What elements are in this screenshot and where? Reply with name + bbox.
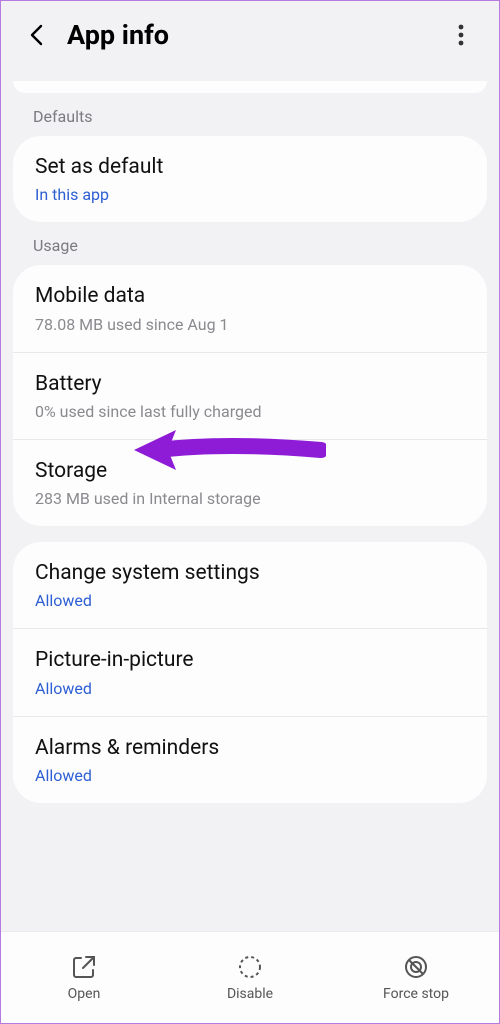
prev-card-tail <box>13 81 487 93</box>
row-subtitle: Allowed <box>35 591 465 610</box>
row-mobile-data[interactable]: Mobile data 78.08 MB used since Aug 1 <box>13 265 487 351</box>
row-subtitle: 283 MB used in Internal storage <box>35 489 465 508</box>
row-title: Set as default <box>35 154 465 181</box>
open-icon <box>71 954 97 980</box>
card-usage: Mobile data 78.08 MB used since Aug 1 Ba… <box>13 265 487 526</box>
row-title: Battery <box>35 371 465 398</box>
section-label-usage: Usage <box>1 222 499 265</box>
row-title: Change system settings <box>35 560 465 587</box>
chevron-left-icon <box>28 24 46 46</box>
overflow-menu-button[interactable] <box>445 19 477 51</box>
row-storage[interactable]: Storage 283 MB used in Internal storage <box>13 439 487 526</box>
row-subtitle: 78.08 MB used since Aug 1 <box>35 315 465 334</box>
row-title: Alarms & reminders <box>35 735 465 762</box>
row-alarms-reminders[interactable]: Alarms & reminders Allowed <box>13 716 487 803</box>
row-title: Picture-in-picture <box>35 647 465 674</box>
row-title: Storage <box>35 458 465 485</box>
open-button[interactable]: Open <box>1 932 167 1023</box>
bottom-action-bar: Open Disable Force stop <box>1 931 499 1023</box>
page-title: App info <box>67 19 445 51</box>
row-subtitle: Allowed <box>35 766 465 785</box>
row-subtitle: In this app <box>35 185 465 204</box>
disable-button[interactable]: Disable <box>167 932 333 1023</box>
force-stop-button[interactable]: Force stop <box>333 932 499 1023</box>
row-subtitle: Allowed <box>35 679 465 698</box>
card-defaults: Set as default In this app <box>13 136 487 222</box>
row-set-as-default[interactable]: Set as default In this app <box>13 136 487 222</box>
card-permissions: Change system settings Allowed Picture-i… <box>13 542 487 803</box>
back-button[interactable] <box>23 21 51 49</box>
open-label: Open <box>68 986 101 1002</box>
app-bar: App info <box>1 1 499 77</box>
force-stop-icon <box>403 954 429 980</box>
row-battery[interactable]: Battery 0% used since last fully charged <box>13 352 487 439</box>
row-subtitle: 0% used since last fully charged <box>35 402 465 421</box>
disable-icon <box>237 954 263 980</box>
more-vert-icon <box>458 23 464 47</box>
row-title: Mobile data <box>35 283 465 310</box>
row-picture-in-picture[interactable]: Picture-in-picture Allowed <box>13 628 487 715</box>
row-change-system-settings[interactable]: Change system settings Allowed <box>13 542 487 628</box>
disable-label: Disable <box>227 986 273 1002</box>
section-label-defaults: Defaults <box>1 93 499 136</box>
content-scroll[interactable]: Defaults Set as default In this app Usag… <box>1 81 499 931</box>
force-stop-label: Force stop <box>383 986 449 1002</box>
